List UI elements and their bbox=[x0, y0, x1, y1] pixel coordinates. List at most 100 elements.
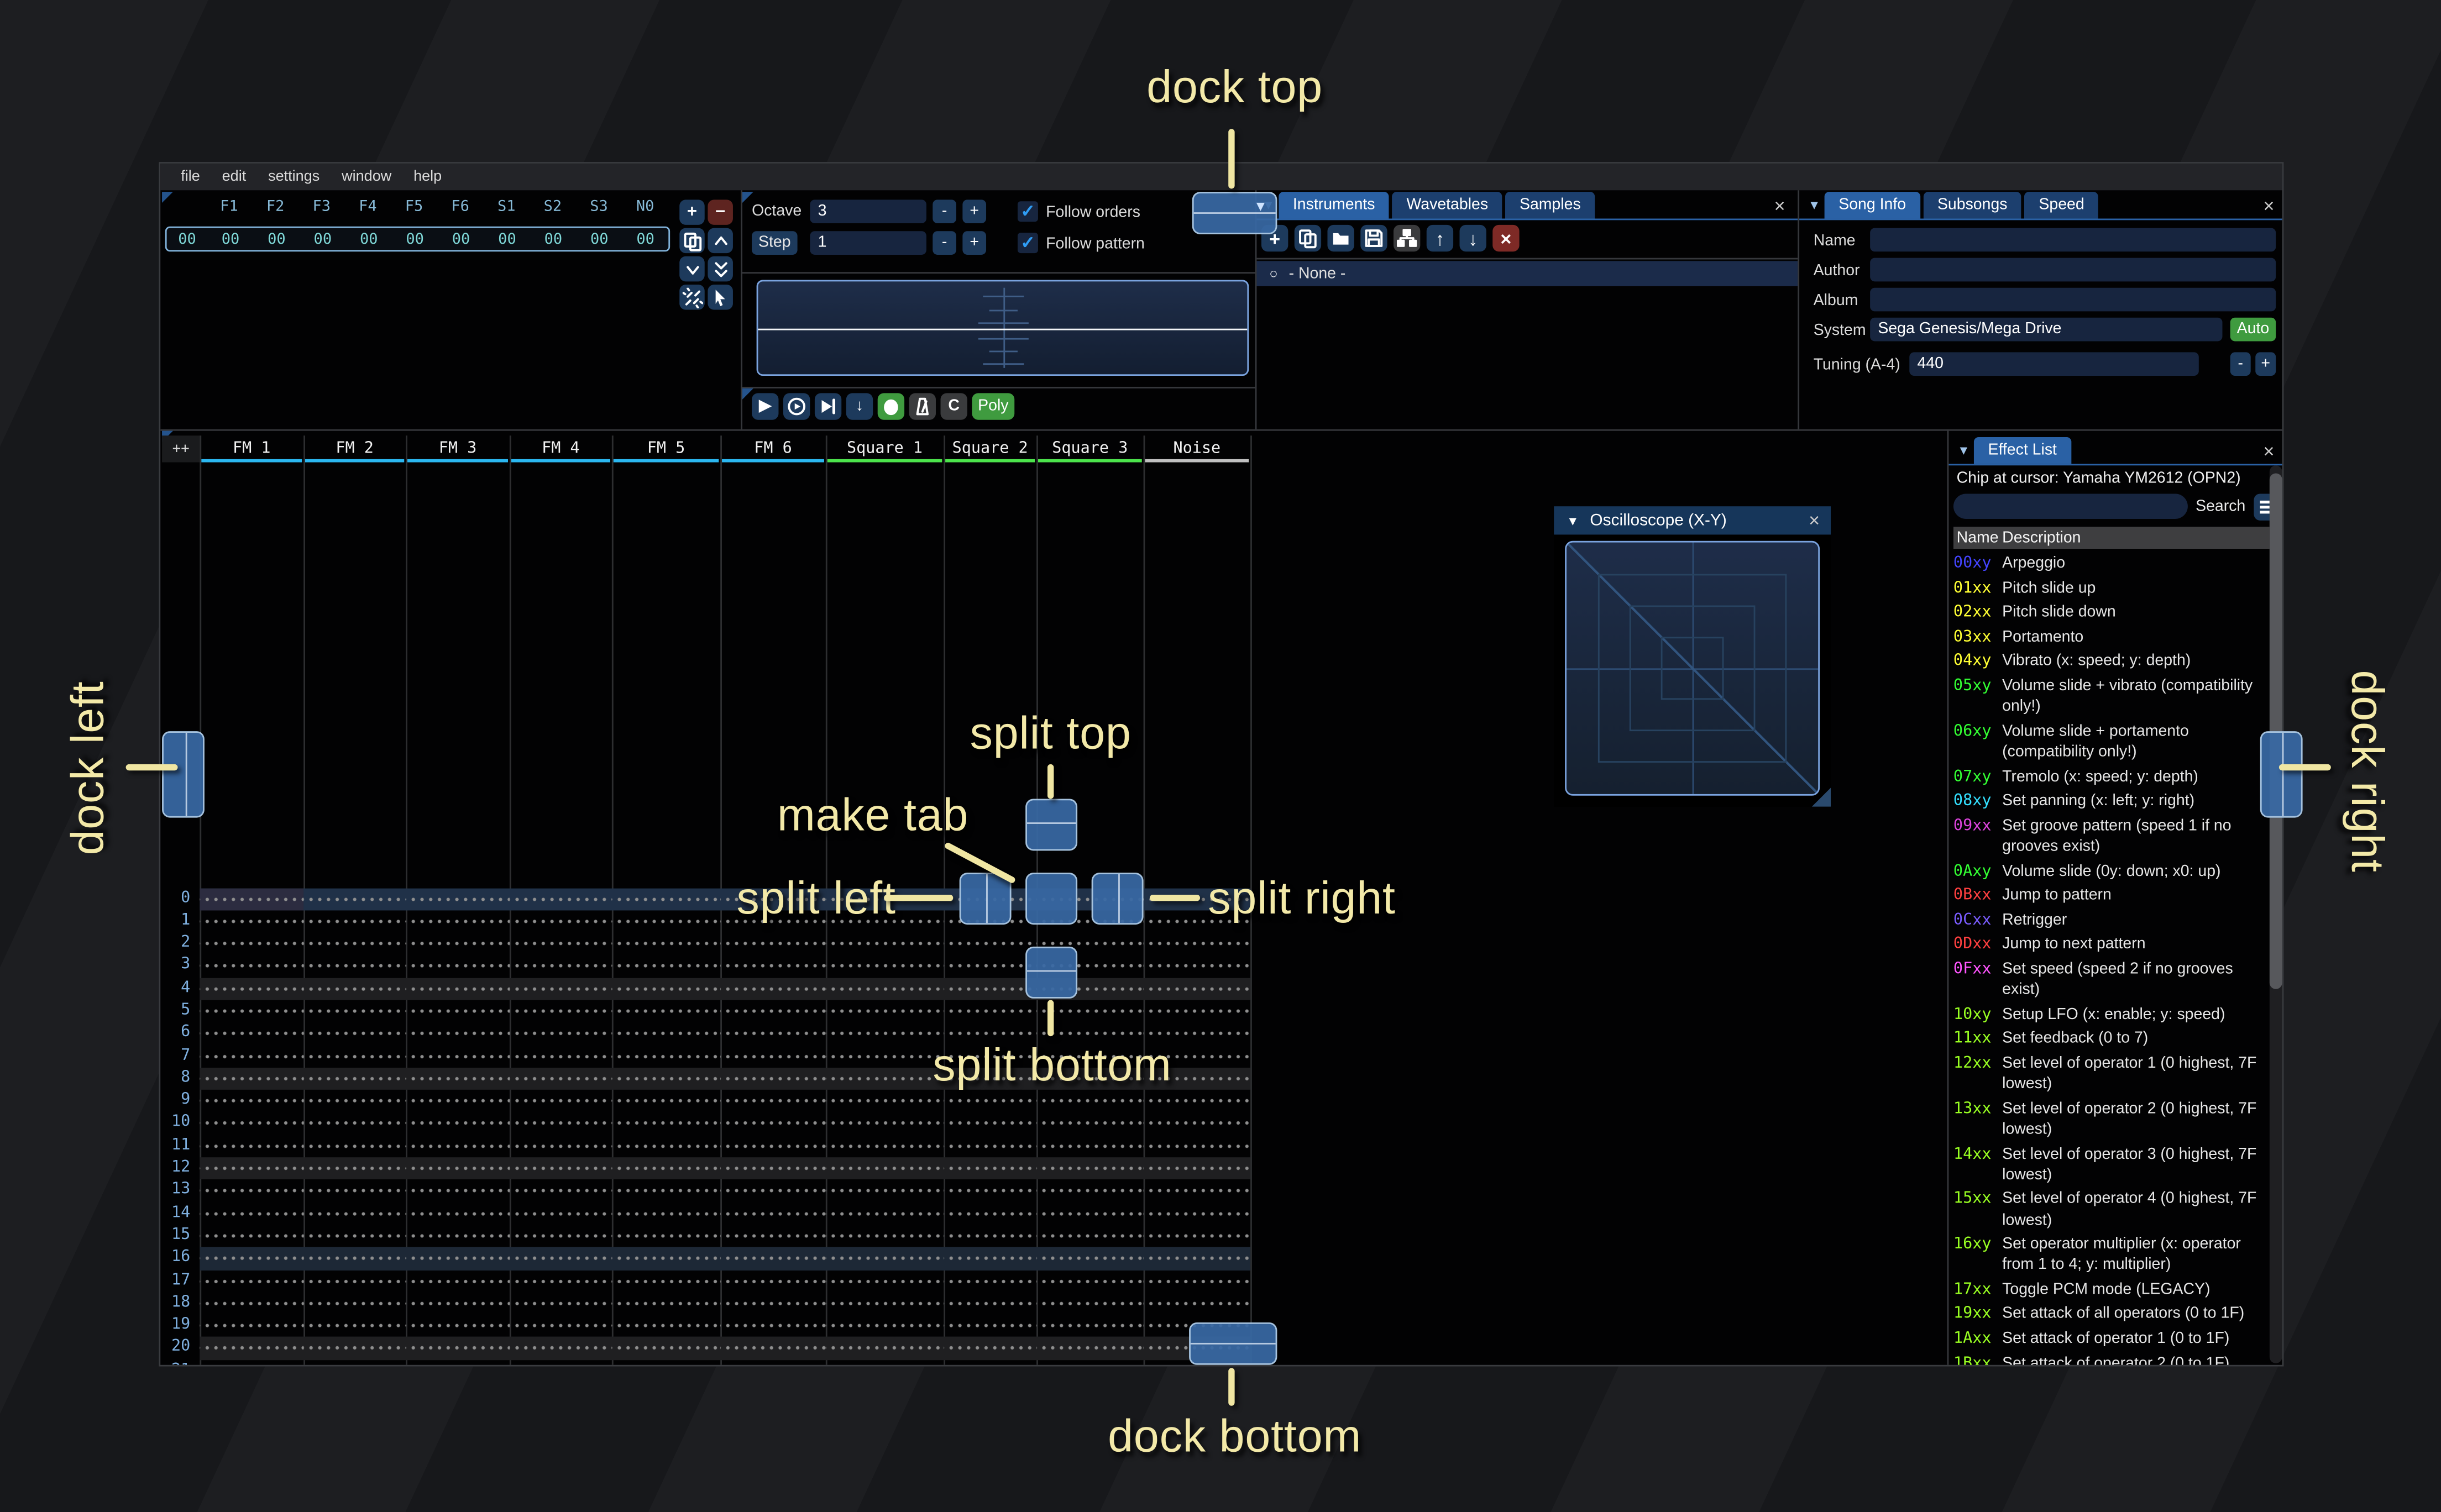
pattern-cell[interactable] bbox=[200, 1135, 304, 1158]
step-input[interactable] bbox=[810, 231, 926, 255]
pattern-cell[interactable] bbox=[611, 977, 721, 1000]
order-cell[interactable]: 00 bbox=[392, 230, 438, 248]
pattern-cell[interactable] bbox=[611, 1359, 721, 1365]
split-bottom-target[interactable] bbox=[1025, 946, 1078, 999]
pattern-cell[interactable] bbox=[406, 1225, 510, 1248]
pattern-cell[interactable] bbox=[720, 1269, 826, 1293]
channel-header-square-2[interactable]: Square 2 bbox=[944, 435, 1036, 463]
order-change-mode-button[interactable] bbox=[708, 285, 733, 310]
pattern-cell[interactable] bbox=[303, 1292, 406, 1315]
pattern-cell[interactable] bbox=[509, 1112, 612, 1135]
pattern-cell[interactable] bbox=[200, 910, 304, 933]
pattern-cell[interactable] bbox=[1036, 1247, 1144, 1270]
pattern-cell[interactable] bbox=[1143, 1112, 1251, 1135]
menu-item-settings[interactable]: settings bbox=[257, 168, 331, 185]
pattern-cell[interactable] bbox=[1143, 1090, 1251, 1113]
pattern-cell[interactable] bbox=[200, 888, 304, 910]
pattern-cell[interactable] bbox=[1143, 1247, 1251, 1270]
pattern-cell[interactable] bbox=[611, 955, 721, 978]
order-cell[interactable]: 00 bbox=[346, 230, 392, 248]
pattern-cell[interactable] bbox=[509, 1090, 612, 1113]
pattern-cell[interactable] bbox=[944, 1112, 1037, 1135]
channel-header-fm-6[interactable]: FM 6 bbox=[720, 435, 826, 463]
pattern-cell[interactable] bbox=[509, 1135, 612, 1158]
pattern-cell[interactable] bbox=[303, 1269, 406, 1293]
pattern-cell[interactable] bbox=[611, 1202, 721, 1225]
pattern-cell[interactable] bbox=[509, 1044, 612, 1068]
pattern-cell[interactable] bbox=[944, 1090, 1037, 1113]
pattern-cell[interactable] bbox=[720, 1359, 826, 1365]
pattern-cell[interactable] bbox=[406, 932, 510, 956]
pattern-cell[interactable] bbox=[303, 1359, 406, 1365]
order-cell[interactable]: 00 bbox=[438, 230, 484, 248]
name-field[interactable] bbox=[1870, 228, 2276, 252]
pattern-cell[interactable] bbox=[406, 1247, 510, 1270]
resize-grip[interactable] bbox=[1811, 788, 1831, 807]
pattern-cell[interactable] bbox=[509, 888, 612, 910]
close-icon[interactable]: × bbox=[1809, 510, 1820, 532]
pattern-cell[interactable] bbox=[944, 955, 1037, 978]
pattern-cell[interactable] bbox=[303, 1044, 406, 1068]
dock-bottom-target[interactable] bbox=[1189, 1322, 1277, 1365]
pattern-cell[interactable] bbox=[303, 977, 406, 1000]
collapse-icon[interactable]: ▼ bbox=[1567, 513, 1579, 528]
pattern-cell[interactable] bbox=[825, 1359, 944, 1365]
pattern-cell[interactable] bbox=[200, 1067, 304, 1090]
repeat-pattern-button[interactable]: C bbox=[940, 393, 967, 420]
pattern-cell[interactable] bbox=[303, 910, 406, 933]
channel-header-fm-3[interactable]: FM 3 bbox=[406, 435, 510, 463]
pattern-cell[interactable] bbox=[1143, 977, 1251, 1000]
pattern-cell[interactable] bbox=[303, 1202, 406, 1225]
pattern-cell[interactable] bbox=[406, 1022, 510, 1045]
pattern-cell[interactable] bbox=[1143, 1157, 1251, 1180]
pattern-cell[interactable] bbox=[720, 1315, 826, 1337]
pattern-cell[interactable] bbox=[825, 1135, 944, 1158]
instrument-list-item[interactable]: ○ - None - bbox=[1256, 261, 1798, 286]
delete-instrument-button[interactable]: × bbox=[1492, 224, 1520, 252]
pattern-cell[interactable] bbox=[825, 1112, 944, 1135]
duplicate-instrument-button[interactable] bbox=[1294, 224, 1322, 252]
pattern-cell[interactable] bbox=[200, 1180, 304, 1203]
pattern-cell[interactable] bbox=[1143, 1000, 1251, 1023]
album-field[interactable] bbox=[1870, 287, 2276, 312]
pattern-cell[interactable] bbox=[200, 1225, 304, 1248]
pattern-cell[interactable] bbox=[720, 1157, 826, 1180]
pattern-cell[interactable] bbox=[406, 1067, 510, 1090]
pattern-cell[interactable] bbox=[611, 1180, 721, 1203]
pattern-cell[interactable] bbox=[825, 1225, 944, 1248]
split-right-target[interactable] bbox=[1091, 873, 1144, 925]
channel-header-fm-1[interactable]: FM 1 bbox=[200, 435, 303, 463]
move-order-down-button[interactable] bbox=[679, 256, 705, 282]
pattern-cell[interactable] bbox=[406, 1112, 510, 1135]
pattern-cell[interactable] bbox=[825, 1292, 944, 1315]
stop-button[interactable] bbox=[877, 393, 905, 420]
pattern-cell[interactable] bbox=[825, 1269, 944, 1293]
poly-button[interactable]: Poly bbox=[972, 393, 1015, 420]
pattern-cell[interactable] bbox=[720, 932, 826, 956]
author-field[interactable] bbox=[1870, 258, 2276, 282]
pattern-cell[interactable] bbox=[720, 1135, 826, 1158]
instrument-dir-mode-button[interactable] bbox=[1393, 224, 1421, 252]
pattern-cell[interactable] bbox=[944, 1337, 1037, 1360]
move-instrument-down-button[interactable]: ↓ bbox=[1459, 224, 1486, 252]
pattern-cell[interactable] bbox=[825, 1202, 944, 1225]
close-icon[interactable]: × bbox=[2263, 195, 2274, 217]
channel-header-fm-2[interactable]: FM 2 bbox=[303, 435, 406, 463]
pattern-cell[interactable] bbox=[406, 1180, 510, 1203]
tuning-dec-button[interactable]: - bbox=[2230, 352, 2251, 376]
tab-samples[interactable]: Samples bbox=[1505, 192, 1595, 219]
menu-item-help[interactable]: help bbox=[402, 168, 453, 185]
play-from-start-button[interactable] bbox=[783, 393, 810, 420]
pattern-cell[interactable] bbox=[303, 1337, 406, 1360]
menu-item-edit[interactable]: edit bbox=[211, 168, 257, 185]
close-icon[interactable]: × bbox=[2263, 440, 2274, 463]
pattern-cell[interactable] bbox=[720, 1000, 826, 1023]
pattern-cell[interactable] bbox=[825, 1315, 944, 1337]
pattern-cell[interactable] bbox=[1143, 1202, 1251, 1225]
auto-system-button[interactable]: Auto bbox=[2230, 317, 2276, 342]
pattern-cell[interactable] bbox=[1143, 932, 1251, 956]
pattern-cell[interactable] bbox=[1036, 1315, 1144, 1337]
pattern-cell[interactable] bbox=[303, 1090, 406, 1113]
channel-header-fm-5[interactable]: FM 5 bbox=[612, 435, 720, 463]
move-instrument-up-button[interactable]: ↑ bbox=[1426, 224, 1454, 252]
